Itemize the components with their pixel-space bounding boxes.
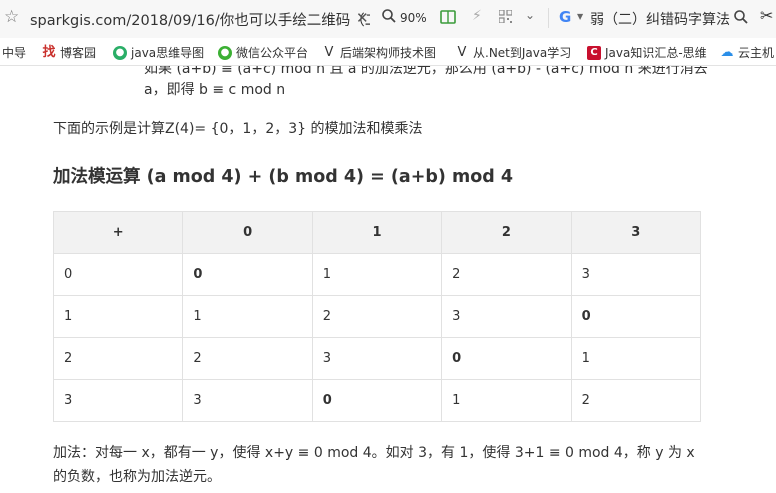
bookmark-item[interactable]: 中导: [2, 44, 26, 61]
table-row: 0 0 1 2 3: [52, 253, 702, 296]
bookmark-label: 微信公众平台: [236, 46, 309, 60]
table-header-cell: 1: [311, 211, 443, 254]
cnblogs-icon: 找: [42, 44, 56, 60]
table-row: 3 3 0 1 2: [52, 379, 702, 422]
table-cell: 0: [570, 295, 702, 338]
table-cell: 1: [441, 379, 572, 422]
cloud-icon: ☁: [720, 44, 734, 60]
table-header-cell: 3: [570, 211, 702, 254]
bookmark-label: 后端架构师技术图: [340, 46, 437, 60]
google-icon[interactable]: G: [559, 9, 575, 25]
table-cell: 3: [52, 379, 184, 422]
table-cell: 3: [441, 295, 572, 338]
v-logo-icon: V: [457, 44, 467, 60]
bookmark-label: 云主机: [738, 46, 775, 60]
reader-mode-icon[interactable]: [440, 9, 456, 25]
bookmark-item[interactable]: V 后端架构师技术图: [322, 44, 436, 61]
bookmark-item[interactable]: ☁ 云主机: [720, 44, 775, 61]
wechat-icon: ●: [218, 45, 232, 60]
search-icon[interactable]: [733, 9, 749, 25]
bookmark-item[interactable]: ● 微信公众平台: [218, 44, 308, 61]
separator: [548, 8, 549, 28]
table-header-cell: +: [52, 211, 184, 254]
zoom-level[interactable]: 90%: [400, 11, 427, 25]
close-icon[interactable]: ✕: [356, 9, 369, 27]
table-cell: 3: [182, 379, 313, 422]
bookmark-star-icon[interactable]: ☆: [4, 8, 22, 26]
table-cell: 0: [311, 379, 443, 422]
table-cell: 2: [570, 379, 702, 422]
search-engine-caret-icon[interactable]: ▼: [577, 12, 583, 21]
table-cell: 2: [52, 337, 184, 380]
url-field[interactable]: sparkgis.com/2018/09/16/你也可以手绘二维码（二: [30, 9, 370, 30]
zoom-icon[interactable]: [381, 8, 397, 24]
article-content: 如果 (a+b) ≡ (a+c) mod n 且 a 的加法逆元，那么用 (a+…: [0, 66, 776, 493]
v-logo-icon: V: [324, 44, 334, 60]
bookmark-item[interactable]: V 从.Net到Java学习: [455, 44, 572, 61]
section-heading: 加法模运算 (a mod 4) + (b mod 4) = (a+b) mod …: [53, 167, 514, 187]
table-cell: 1: [52, 295, 184, 338]
table-cell: 1: [311, 253, 443, 296]
table-cell: 1: [570, 337, 702, 380]
explanation-paragraph: 加法：对每一 x，都有一 y，使得 x+y ≡ 0 mod 4。如对 3，有 1…: [53, 445, 695, 485]
bookmark-item[interactable]: C Java知识汇总-思维: [587, 44, 707, 61]
bookmarks-bar: 中导 找 博客园 ● java思维导图 ● 微信公众平台 V 后端架构师技术图 …: [0, 38, 776, 66]
table-cell: 2: [311, 295, 443, 338]
table-row: 1 1 2 3 0: [52, 295, 702, 338]
table-header-cell: 2: [441, 211, 572, 254]
table-cell: 2: [441, 253, 572, 296]
table-header-row: + 0 1 2 3: [52, 211, 702, 254]
table-cell: 0: [182, 253, 313, 296]
search-box[interactable]: 弱（二）纠错码字算法: [590, 9, 730, 29]
csdn-icon: C: [587, 45, 601, 60]
table-cell: 2: [182, 337, 313, 380]
article-text-line: 如果 (a+b) ≡ (a+c) mod n 且 a 的加法逆元，那么用 (a+…: [144, 66, 708, 77]
table-header-cell: 0: [182, 211, 313, 254]
bookmark-label: 从.Net到Java学习: [473, 46, 572, 60]
qr-code-icon[interactable]: [499, 10, 512, 23]
table-cell: 3: [570, 253, 702, 296]
addition-mod-table: + 0 1 2 3 0 0 1 2 3 1 1 2 3 0 2 2 3 0 1 …: [52, 211, 702, 422]
table-row: 2 2 3 0 1: [52, 337, 702, 380]
scissors-icon[interactable]: ✂: [760, 6, 773, 25]
mindmap-icon: ●: [113, 45, 127, 60]
table-cell: 1: [182, 295, 313, 338]
table-cell: 3: [311, 337, 443, 380]
address-bar-row: ☆ sparkgis.com/2018/09/16/你也可以手绘二维码（二 ✕ …: [0, 0, 776, 38]
table-cell: 0: [52, 253, 184, 296]
bookmark-label: 中导: [2, 46, 27, 60]
bookmark-label: java思维导图: [131, 46, 205, 60]
bookmark-label: 博客园: [60, 46, 97, 60]
intro-paragraph: 下面的示例是计算Z(4)= {0，1，2，3} 的模加法和模乘法: [53, 121, 423, 137]
bookmark-item[interactable]: ● java思维导图: [113, 44, 204, 61]
chevron-down-icon[interactable]: ⌄: [525, 8, 535, 22]
article-text-line: a，即得 b ≡ c mod n: [144, 82, 286, 98]
bookmark-item[interactable]: 找 博客园: [42, 44, 96, 61]
bookmark-label: Java知识汇总-思维: [605, 46, 707, 60]
table-cell: 0: [441, 337, 572, 380]
lightning-icon[interactable]: ⚡: [472, 8, 482, 24]
